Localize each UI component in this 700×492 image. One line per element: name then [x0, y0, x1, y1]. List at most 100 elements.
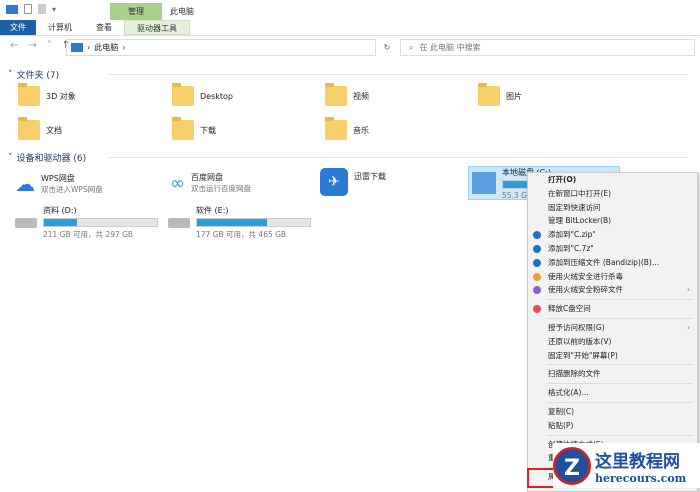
device-name: 资料 (D:) — [43, 206, 77, 215]
menu-item-label: 固定到快速访问 — [548, 202, 601, 212]
menu-item[interactable]: 复制(C) — [528, 405, 697, 419]
menu-item-icon — [533, 258, 541, 267]
folders-section-header[interactable]: ˅ 文件夹 (7) — [8, 68, 690, 81]
folder-documents[interactable]: 文档 — [18, 117, 62, 140]
folder-label: 文档 — [46, 125, 62, 135]
drive-icon — [15, 217, 37, 228]
address-bar[interactable]: › 此电脑 › — [66, 39, 376, 56]
search-input[interactable]: ⌕ 在 此电脑 中搜索 — [400, 39, 695, 56]
device-d-drive[interactable]: 资料 (D:) 211 GB 可用，共 297 GB — [15, 205, 158, 240]
back-icon[interactable]: ← — [10, 40, 18, 51]
menu-item[interactable]: 格式化(A)... — [528, 386, 697, 400]
menu-item-label: 添加到压缩文件 (Bandizip)(B)... — [548, 257, 660, 267]
menu-item-icon — [533, 305, 541, 314]
menu-item-label: 使用火绒安全粉碎文件 — [548, 285, 623, 295]
menu-item[interactable]: 释放C盘空间 — [528, 302, 697, 316]
forward-icon[interactable]: → — [28, 40, 36, 51]
folder-pictures[interactable]: 图片 — [478, 83, 522, 106]
menu-item-label: 还原以前的版本(V) — [548, 336, 612, 346]
menu-separator — [546, 364, 693, 366]
device-baidu-netdisk[interactable]: ∞ 百度网盘 双击运行百度网盘 — [170, 172, 251, 194]
chevron-right-icon[interactable]: › — [122, 43, 125, 52]
ribbon-divider — [0, 35, 700, 36]
folder-downloads[interactable]: 下载 — [172, 117, 216, 140]
menu-item[interactable]: 粘贴(P) — [528, 419, 697, 433]
device-wps-drive[interactable]: ☁ WPS网盘双击进入WPS网盘 — [15, 172, 103, 196]
device-name: 迅雷下载 — [354, 171, 386, 181]
menu-item[interactable]: 添加到压缩文件 (Bandizip)(B)... — [528, 256, 697, 270]
tab-file[interactable]: 文件 — [0, 20, 36, 35]
devices-section-header[interactable]: ˅ 设备和驱动器 (6) — [8, 151, 690, 164]
menu-item[interactable]: 固定到快速访问 — [528, 201, 697, 215]
folder-icon — [18, 83, 40, 106]
menu-item[interactable]: 使用火绒安全进行杀毒 — [528, 270, 697, 284]
cloud-icon: ☁ — [15, 172, 35, 196]
menu-item-label: 释放C盘空间 — [548, 304, 591, 314]
menu-item-label: 管理 BitLocker(B) — [548, 216, 612, 226]
computer-icon[interactable] — [6, 4, 18, 14]
menu-item[interactable]: 在新窗口中打开(E) — [528, 187, 697, 201]
menu-item[interactable]: 添加到"C.zip" — [528, 228, 697, 242]
tab-computer[interactable]: 计算机 — [36, 20, 84, 35]
device-name: WPS网盘 — [41, 174, 75, 183]
menu-item-icon — [533, 272, 541, 281]
menu-item[interactable]: 扫描删除的文件 — [528, 367, 697, 381]
breadcrumb-this-pc[interactable]: 此电脑 — [94, 42, 118, 53]
folder-icon — [18, 117, 40, 140]
menu-item-icon — [533, 231, 541, 240]
menu-item-label: 添加到"C.7z" — [548, 243, 594, 253]
folder-label: 视频 — [353, 91, 369, 101]
folder-videos[interactable]: 视频 — [325, 83, 369, 106]
menu-item[interactable]: 授予访问权限(G) › — [528, 321, 697, 335]
folder-music[interactable]: 音乐 — [325, 117, 369, 140]
menu-item-label: 固定到"开始"屏幕(P) — [548, 350, 618, 360]
manage-context-tab[interactable]: 管理 — [110, 3, 162, 20]
menu-separator — [546, 434, 693, 436]
windows-drive-icon — [472, 172, 496, 194]
new-folder-icon[interactable] — [38, 4, 46, 14]
menu-item[interactable]: 打开(O) — [528, 173, 697, 187]
customize-dropdown-icon[interactable]: ▾ — [52, 5, 56, 14]
menu-item-label: 复制(C) — [548, 406, 575, 416]
computer-icon — [71, 43, 83, 52]
folder-icon — [325, 83, 347, 106]
folder-3d-objects[interactable]: 3D 对象 — [18, 83, 76, 106]
refresh-button[interactable]: ↻ — [378, 39, 396, 56]
window-title: 此电脑 — [170, 7, 194, 16]
menu-separator — [546, 299, 693, 301]
chevron-right-icon: › — [687, 285, 690, 295]
menu-item[interactable]: 使用火绒安全粉碎文件 › — [528, 283, 697, 297]
menu-item[interactable]: 还原以前的版本(V) — [528, 335, 697, 349]
folder-label: 图片 — [506, 91, 522, 101]
menu-item-label: 格式化(A)... — [548, 388, 589, 398]
chevron-right-icon: › — [687, 322, 690, 332]
recent-dropdown-icon[interactable]: ˅ — [47, 40, 52, 51]
usage-bar — [43, 218, 158, 227]
device-xunlei[interactable]: ✈ 迅雷下载 — [320, 168, 386, 196]
nav-buttons: ← → ˅ ↑ — [10, 40, 70, 51]
device-sub: 双击进入WPS网盘 — [41, 185, 103, 194]
watermark-title: 这里教程网 — [595, 451, 680, 472]
section-title: 文件夹 (7) — [16, 71, 60, 81]
device-e-drive[interactable]: 软件 (E:) 177 GB 可用，共 465 GB — [168, 205, 311, 240]
tab-view[interactable]: 查看 — [84, 20, 124, 35]
section-title: 设备和驱动器 (6) — [16, 154, 87, 164]
menu-separator — [546, 317, 693, 319]
menu-item[interactable]: 添加到"C.7z" — [528, 242, 697, 256]
properties-icon[interactable] — [24, 4, 32, 14]
menu-item[interactable]: 固定到"开始"屏幕(P) — [528, 349, 697, 363]
quick-access-toolbar: ▾ — [6, 4, 56, 14]
watermark: Z 这里教程网 herecours.com — [553, 443, 700, 488]
menu-item-label: 打开(O) — [548, 175, 577, 184]
watermark-url: herecours.com — [595, 471, 687, 485]
menu-item[interactable]: 管理 BitLocker(B) — [528, 214, 697, 228]
menu-item-label: 在新窗口中打开(E) — [548, 188, 612, 198]
chevron-down-icon: ˅ — [8, 152, 13, 163]
folder-desktop[interactable]: Desktop — [172, 83, 233, 106]
folder-label: Desktop — [200, 91, 233, 101]
device-sub: 177 GB 可用，共 465 GB — [196, 230, 287, 239]
watermark-logo-icon: Z — [553, 446, 591, 485]
chevron-down-icon: ˅ — [8, 69, 13, 80]
menu-item-label: 粘贴(P) — [548, 420, 574, 430]
tab-drive-tools[interactable]: 驱动器工具 — [124, 20, 190, 35]
